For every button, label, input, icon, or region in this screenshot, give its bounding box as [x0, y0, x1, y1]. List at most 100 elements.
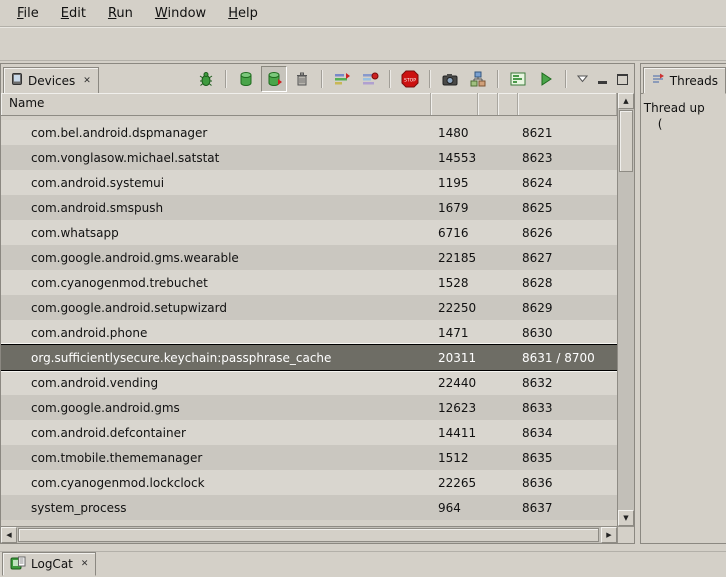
update-heap-icon[interactable] [233, 66, 259, 92]
toolbar-separator [389, 70, 391, 88]
process-pid: 1512 [431, 451, 478, 465]
process-port: 8637 [518, 501, 617, 515]
update-threads-icon[interactable] [329, 66, 355, 92]
table-row[interactable]: com.android.vending 22440 8632 [1, 370, 617, 395]
table-row[interactable]: com.vonglasow.michael.satstat 14553 8623 [1, 145, 617, 170]
threads-view: Threads Thread up ( [640, 63, 726, 544]
devices-view: Devices ✕ [0, 63, 635, 544]
menu-file[interactable]: File [6, 2, 50, 25]
column-header-pid[interactable] [431, 93, 478, 115]
process-port: 8627 [518, 251, 617, 265]
horizontal-scrollbar[interactable]: ◀ ▶ [1, 526, 617, 543]
process-name: com.cyanogenmod.trebuchet [1, 276, 431, 290]
table-row[interactable]: system_process 964 8637 [1, 495, 617, 520]
tab-threads[interactable]: Threads [643, 67, 726, 94]
toolbar-separator [497, 70, 499, 88]
start-opengl-trace-icon[interactable] [533, 66, 559, 92]
process-name: com.cyanogenmod.lockclock [1, 476, 431, 490]
cause-gc-icon[interactable] [289, 66, 315, 92]
process-name: com.bel.android.dspmanager [1, 126, 431, 140]
table-row[interactable]: com.whatsapp 6716 8626 [1, 220, 617, 245]
table-row[interactable]: com.android.phone 1471 8630 [1, 320, 617, 345]
process-pid: 6716 [431, 226, 478, 240]
view-menu-icon[interactable] [573, 70, 591, 88]
process-name: com.google.android.gms.wearable [1, 251, 431, 265]
column-header-spacer2[interactable] [498, 93, 518, 115]
close-icon[interactable]: ✕ [81, 559, 89, 569]
logcat-icon [10, 556, 26, 573]
table-row[interactable]: com.google.android.setupwizard 22250 862… [1, 295, 617, 320]
main-toolbar [0, 27, 726, 61]
table-row[interactable]: com.bel.android.dspmanager 1480 8621 [1, 120, 617, 145]
tab-logcat-label: LogCat [31, 557, 73, 571]
process-name: com.android.smspush [1, 201, 431, 215]
threads-message-line2: ( [644, 116, 723, 132]
process-name: com.google.android.setupwizard [1, 301, 431, 315]
tab-devices[interactable]: Devices ✕ [3, 67, 99, 94]
process-pid: 1471 [431, 326, 478, 340]
toolbar-separator [321, 70, 323, 88]
column-header-spacer1[interactable] [478, 93, 498, 115]
table-row[interactable]: com.google.android.gms 12623 8633 [1, 395, 617, 420]
table-row[interactable]: com.android.defcontainer 14411 8634 [1, 420, 617, 445]
main-area: Devices ✕ [0, 63, 726, 550]
tab-devices-label: Devices [28, 74, 75, 88]
process-port: 8623 [518, 151, 617, 165]
table-row[interactable]: com.android.smspush 1679 8625 [1, 195, 617, 220]
process-port: 8621 [518, 126, 617, 140]
menu-run[interactable]: Run [97, 2, 144, 25]
menu-window[interactable]: Window [144, 2, 217, 25]
process-pid: 1195 [431, 176, 478, 190]
table-row[interactable]: com.cyanogenmod.lockclock 22265 8636 [1, 470, 617, 495]
table-row[interactable]: com.tmobile.thememanager 1512 8635 [1, 445, 617, 470]
process-pid: 964 [431, 501, 478, 515]
screen-capture-icon[interactable] [437, 66, 463, 92]
process-pid: 14411 [431, 426, 478, 440]
minimize-view-icon[interactable] [593, 70, 611, 88]
process-pid: 20311 [431, 351, 478, 365]
menu-edit[interactable]: Edit [50, 2, 97, 25]
table-row[interactable]: com.google.android.gms.wearable 22185 86… [1, 245, 617, 270]
process-port: 8628 [518, 276, 617, 290]
devices-tabbar: Devices ✕ [1, 64, 634, 94]
table-row[interactable]: com.android.systemui 1195 8624 [1, 170, 617, 195]
svg-text:STOP: STOP [404, 77, 416, 83]
tab-logcat[interactable]: LogCat ✕ [2, 552, 96, 576]
process-pid: 22185 [431, 251, 478, 265]
scrollbar-corner [617, 526, 634, 543]
process-pid: 14553 [431, 151, 478, 165]
menubar: File Edit Run Window Help [0, 0, 726, 27]
scroll-down-icon[interactable]: ▼ [618, 510, 634, 526]
table-row[interactable]: com.cyanogenmod.trebuchet 1528 8628 [1, 270, 617, 295]
process-name: org.sufficientlysecure.keychain:passphra… [1, 351, 431, 365]
process-port: 8636 [518, 476, 617, 490]
vertical-scrollbar[interactable]: ▲ ▼ [617, 93, 634, 526]
table-row[interactable]: org.sufficientlysecure.keychain:passphra… [1, 345, 617, 370]
process-pid: 12623 [431, 401, 478, 415]
dump-hprof-icon[interactable] [261, 66, 287, 92]
close-icon[interactable]: ✕ [83, 76, 91, 86]
tab-threads-label: Threads [670, 74, 718, 88]
column-header-name[interactable]: Name [1, 93, 431, 115]
column-header-port[interactable] [518, 93, 617, 115]
threads-message-line1: Thread up [644, 100, 723, 116]
scroll-right-icon[interactable]: ▶ [601, 527, 617, 543]
process-port: 8625 [518, 201, 617, 215]
threads-tabbar: Threads [641, 64, 726, 94]
process-name: com.android.defcontainer [1, 426, 431, 440]
process-pid: 22440 [431, 376, 478, 390]
maximize-view-icon[interactable] [613, 70, 631, 88]
process-port: 8633 [518, 401, 617, 415]
capture-systrace-icon[interactable] [505, 66, 531, 92]
start-method-profiling-icon[interactable] [357, 66, 383, 92]
stop-process-icon[interactable]: STOP [397, 66, 423, 92]
scroll-left-icon[interactable]: ◀ [1, 527, 17, 543]
threads-message: Thread up ( [641, 94, 726, 138]
horizontal-scroll-thumb[interactable] [18, 528, 599, 542]
scroll-up-icon[interactable]: ▲ [618, 93, 634, 109]
dump-view-hierarchy-icon[interactable] [465, 66, 491, 92]
vertical-scroll-thumb[interactable] [619, 110, 633, 172]
process-name: system_process [1, 501, 431, 515]
menu-help[interactable]: Help [217, 2, 269, 25]
debug-process-icon[interactable] [193, 66, 219, 92]
